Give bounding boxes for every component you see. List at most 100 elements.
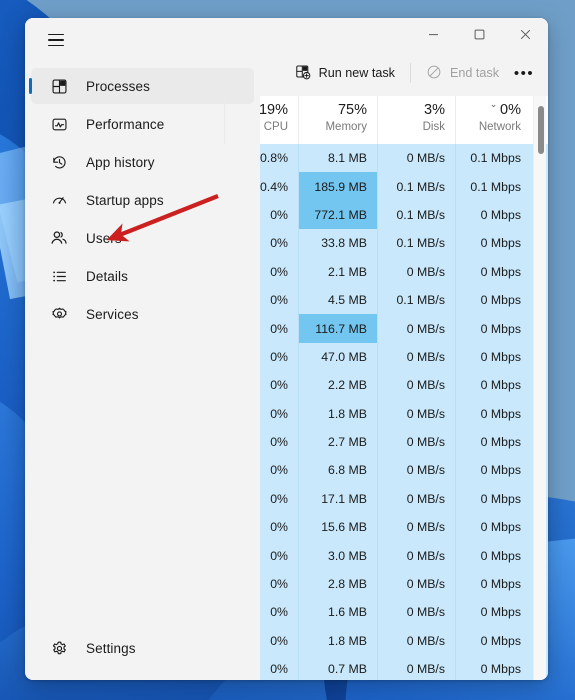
cell-disk: 0 MB/s	[377, 513, 455, 542]
cell-network: 0 Mbps	[455, 513, 531, 542]
table-row[interactable]: 0% 1.8 MB 0 MB/s 0 Mbps	[260, 626, 548, 656]
details-icon	[49, 266, 69, 286]
table-row[interactable]: 0.4% 185.9 MB 0.1 MB/s 0.1 Mbps	[260, 172, 548, 201]
column-value: 19%	[258, 101, 288, 118]
cell-cpu: 0%	[260, 570, 298, 598]
end-task-button[interactable]: End task	[417, 58, 508, 88]
table-row[interactable]: 0% 4.5 MB 0.1 MB/s 0 Mbps	[260, 285, 548, 315]
cell-cpu: 0%	[260, 541, 298, 569]
cell-network: 0 Mbps	[455, 427, 531, 457]
app-history-icon	[49, 152, 69, 172]
table-row[interactable]: 0% 2.2 MB 0 MB/s 0 Mbps	[260, 371, 548, 400]
column-value: 3%	[424, 101, 445, 118]
cell-memory: 4.5 MB	[298, 285, 377, 315]
column-name: Memory	[325, 120, 367, 133]
run-new-task-button[interactable]: Run new task	[286, 58, 404, 88]
table-row[interactable]: 0% 2.1 MB 0 MB/s 0 Mbps	[260, 257, 548, 286]
cell-memory: 17.1 MB	[298, 484, 377, 514]
cell-cpu: 0.4%	[260, 172, 298, 200]
cell-disk: 0 MB/s	[377, 484, 455, 514]
table-row[interactable]: 0% 3.0 MB 0 MB/s 0 Mbps	[260, 541, 548, 570]
cell-network: 0 Mbps	[455, 200, 531, 230]
cell-memory: 0.7 MB	[298, 655, 377, 680]
close-button[interactable]	[502, 18, 548, 50]
sidebar-item-app-history[interactable]: App history	[31, 144, 254, 180]
sidebar-item-label: Settings	[86, 640, 136, 656]
table-row[interactable]: 0% 2.7 MB 0 MB/s 0 Mbps	[260, 427, 548, 457]
services-icon	[49, 304, 69, 324]
sidebar-item-label: Performance	[86, 116, 165, 132]
sidebar-item-label: Users	[86, 230, 122, 246]
cell-network: 0 Mbps	[455, 229, 531, 258]
cell-disk: 0 MB/s	[377, 427, 455, 457]
sidebar-item-performance[interactable]: Performance	[31, 106, 254, 142]
table-row[interactable]: 0% 116.7 MB 0 MB/s 0 Mbps	[260, 314, 548, 343]
cell-memory: 1.8 MB	[298, 399, 377, 428]
cell-cpu: 0%	[260, 201, 298, 229]
table-row[interactable]: 0% 47.0 MB 0 MB/s 0 Mbps	[260, 342, 548, 372]
column-header-cpu[interactable]: 19% CPU	[224, 96, 298, 144]
sidebar-item-label: App history	[86, 154, 155, 170]
table-row[interactable]: 0% 6.8 MB 0 MB/s 0 Mbps	[260, 456, 548, 485]
cell-cpu: 0%	[260, 513, 298, 541]
more-options-icon[interactable]: •••	[508, 58, 540, 88]
hamburger-menu-icon[interactable]	[39, 25, 73, 55]
sidebar-item-label: Services	[86, 306, 139, 322]
maximize-button[interactable]	[456, 18, 502, 50]
cell-cpu: 0%	[260, 627, 298, 655]
table-row[interactable]: 0% 1.6 MB 0 MB/s 0 Mbps	[260, 598, 548, 627]
column-value: 0%	[500, 101, 521, 118]
cell-network: 0 Mbps	[455, 655, 531, 680]
sidebar-footer: Settings	[25, 628, 260, 668]
column-header-disk[interactable]: 3% Disk	[377, 96, 455, 144]
cell-network: 0 Mbps	[455, 399, 531, 428]
sidebar-item-processes[interactable]: Processes	[31, 68, 254, 104]
minimize-button[interactable]	[410, 18, 456, 50]
new-task-icon	[295, 64, 311, 83]
table-row[interactable]: 0% 0.7 MB 0 MB/s 0 Mbps	[260, 655, 548, 680]
cell-disk: 0 MB/s	[377, 342, 455, 372]
cell-disk: 0 MB/s	[377, 144, 455, 173]
cell-cpu: 0%	[260, 314, 298, 342]
cell-cpu: 0%	[260, 400, 298, 428]
cell-disk: 0 MB/s	[377, 399, 455, 428]
table-row[interactable]: 0.8% 8.1 MB 0 MB/s 0.1 Mbps	[260, 144, 548, 173]
cell-memory: 1.6 MB	[298, 598, 377, 627]
cell-cpu: 0%	[260, 485, 298, 513]
cell-network: 0 Mbps	[455, 569, 531, 599]
cell-cpu: 0%	[260, 286, 298, 314]
table-row[interactable]: 0% 33.8 MB 0.1 MB/s 0 Mbps	[260, 229, 548, 258]
cell-disk: 0 MB/s	[377, 371, 455, 400]
cell-network: 0.1 Mbps	[455, 172, 531, 201]
table-row[interactable]: 0% 772.1 MB 0.1 MB/s 0 Mbps	[260, 200, 548, 230]
sidebar-item-settings[interactable]: Settings	[31, 630, 254, 666]
cell-cpu: 0%	[260, 343, 298, 371]
table-row[interactable]: 0% 15.6 MB 0 MB/s 0 Mbps	[260, 513, 548, 542]
cell-memory: 2.2 MB	[298, 371, 377, 400]
table-row[interactable]: 0% 2.8 MB 0 MB/s 0 Mbps	[260, 569, 548, 599]
column-value: 75%	[337, 101, 367, 118]
scrollbar-thumb[interactable]	[537, 106, 544, 154]
cell-disk: 0.1 MB/s	[377, 172, 455, 201]
cell-network: 0 Mbps	[455, 314, 531, 343]
sidebar-item-startup-apps[interactable]: Startup apps	[31, 182, 254, 218]
cell-memory: 772.1 MB	[298, 200, 377, 230]
sidebar-item-details[interactable]: Details	[31, 258, 254, 294]
table-row[interactable]: 0% 1.8 MB 0 MB/s 0 Mbps	[260, 399, 548, 428]
cell-network: 0 Mbps	[455, 456, 531, 485]
sidebar-item-services[interactable]: Services	[31, 296, 254, 332]
sidebar-item-users[interactable]: Users	[31, 220, 254, 256]
cell-memory: 47.0 MB	[298, 342, 377, 372]
column-header-network[interactable]: ⌄ 0% Network	[455, 96, 531, 144]
cell-disk: 0.1 MB/s	[377, 285, 455, 315]
cell-network: 0 Mbps	[455, 285, 531, 315]
run-new-task-label: Run new task	[318, 66, 395, 80]
cell-cpu: 0.8%	[260, 144, 298, 172]
chevron-down-icon: ⌄	[489, 99, 498, 109]
startup-apps-icon	[49, 190, 69, 210]
cell-disk: 0 MB/s	[377, 257, 455, 286]
column-header-memory[interactable]: 75% Memory	[298, 96, 377, 144]
vertical-scrollbar[interactable]	[533, 96, 546, 680]
table-row[interactable]: 0% 17.1 MB 0 MB/s 0 Mbps	[260, 484, 548, 514]
cell-cpu: 0%	[260, 655, 298, 680]
